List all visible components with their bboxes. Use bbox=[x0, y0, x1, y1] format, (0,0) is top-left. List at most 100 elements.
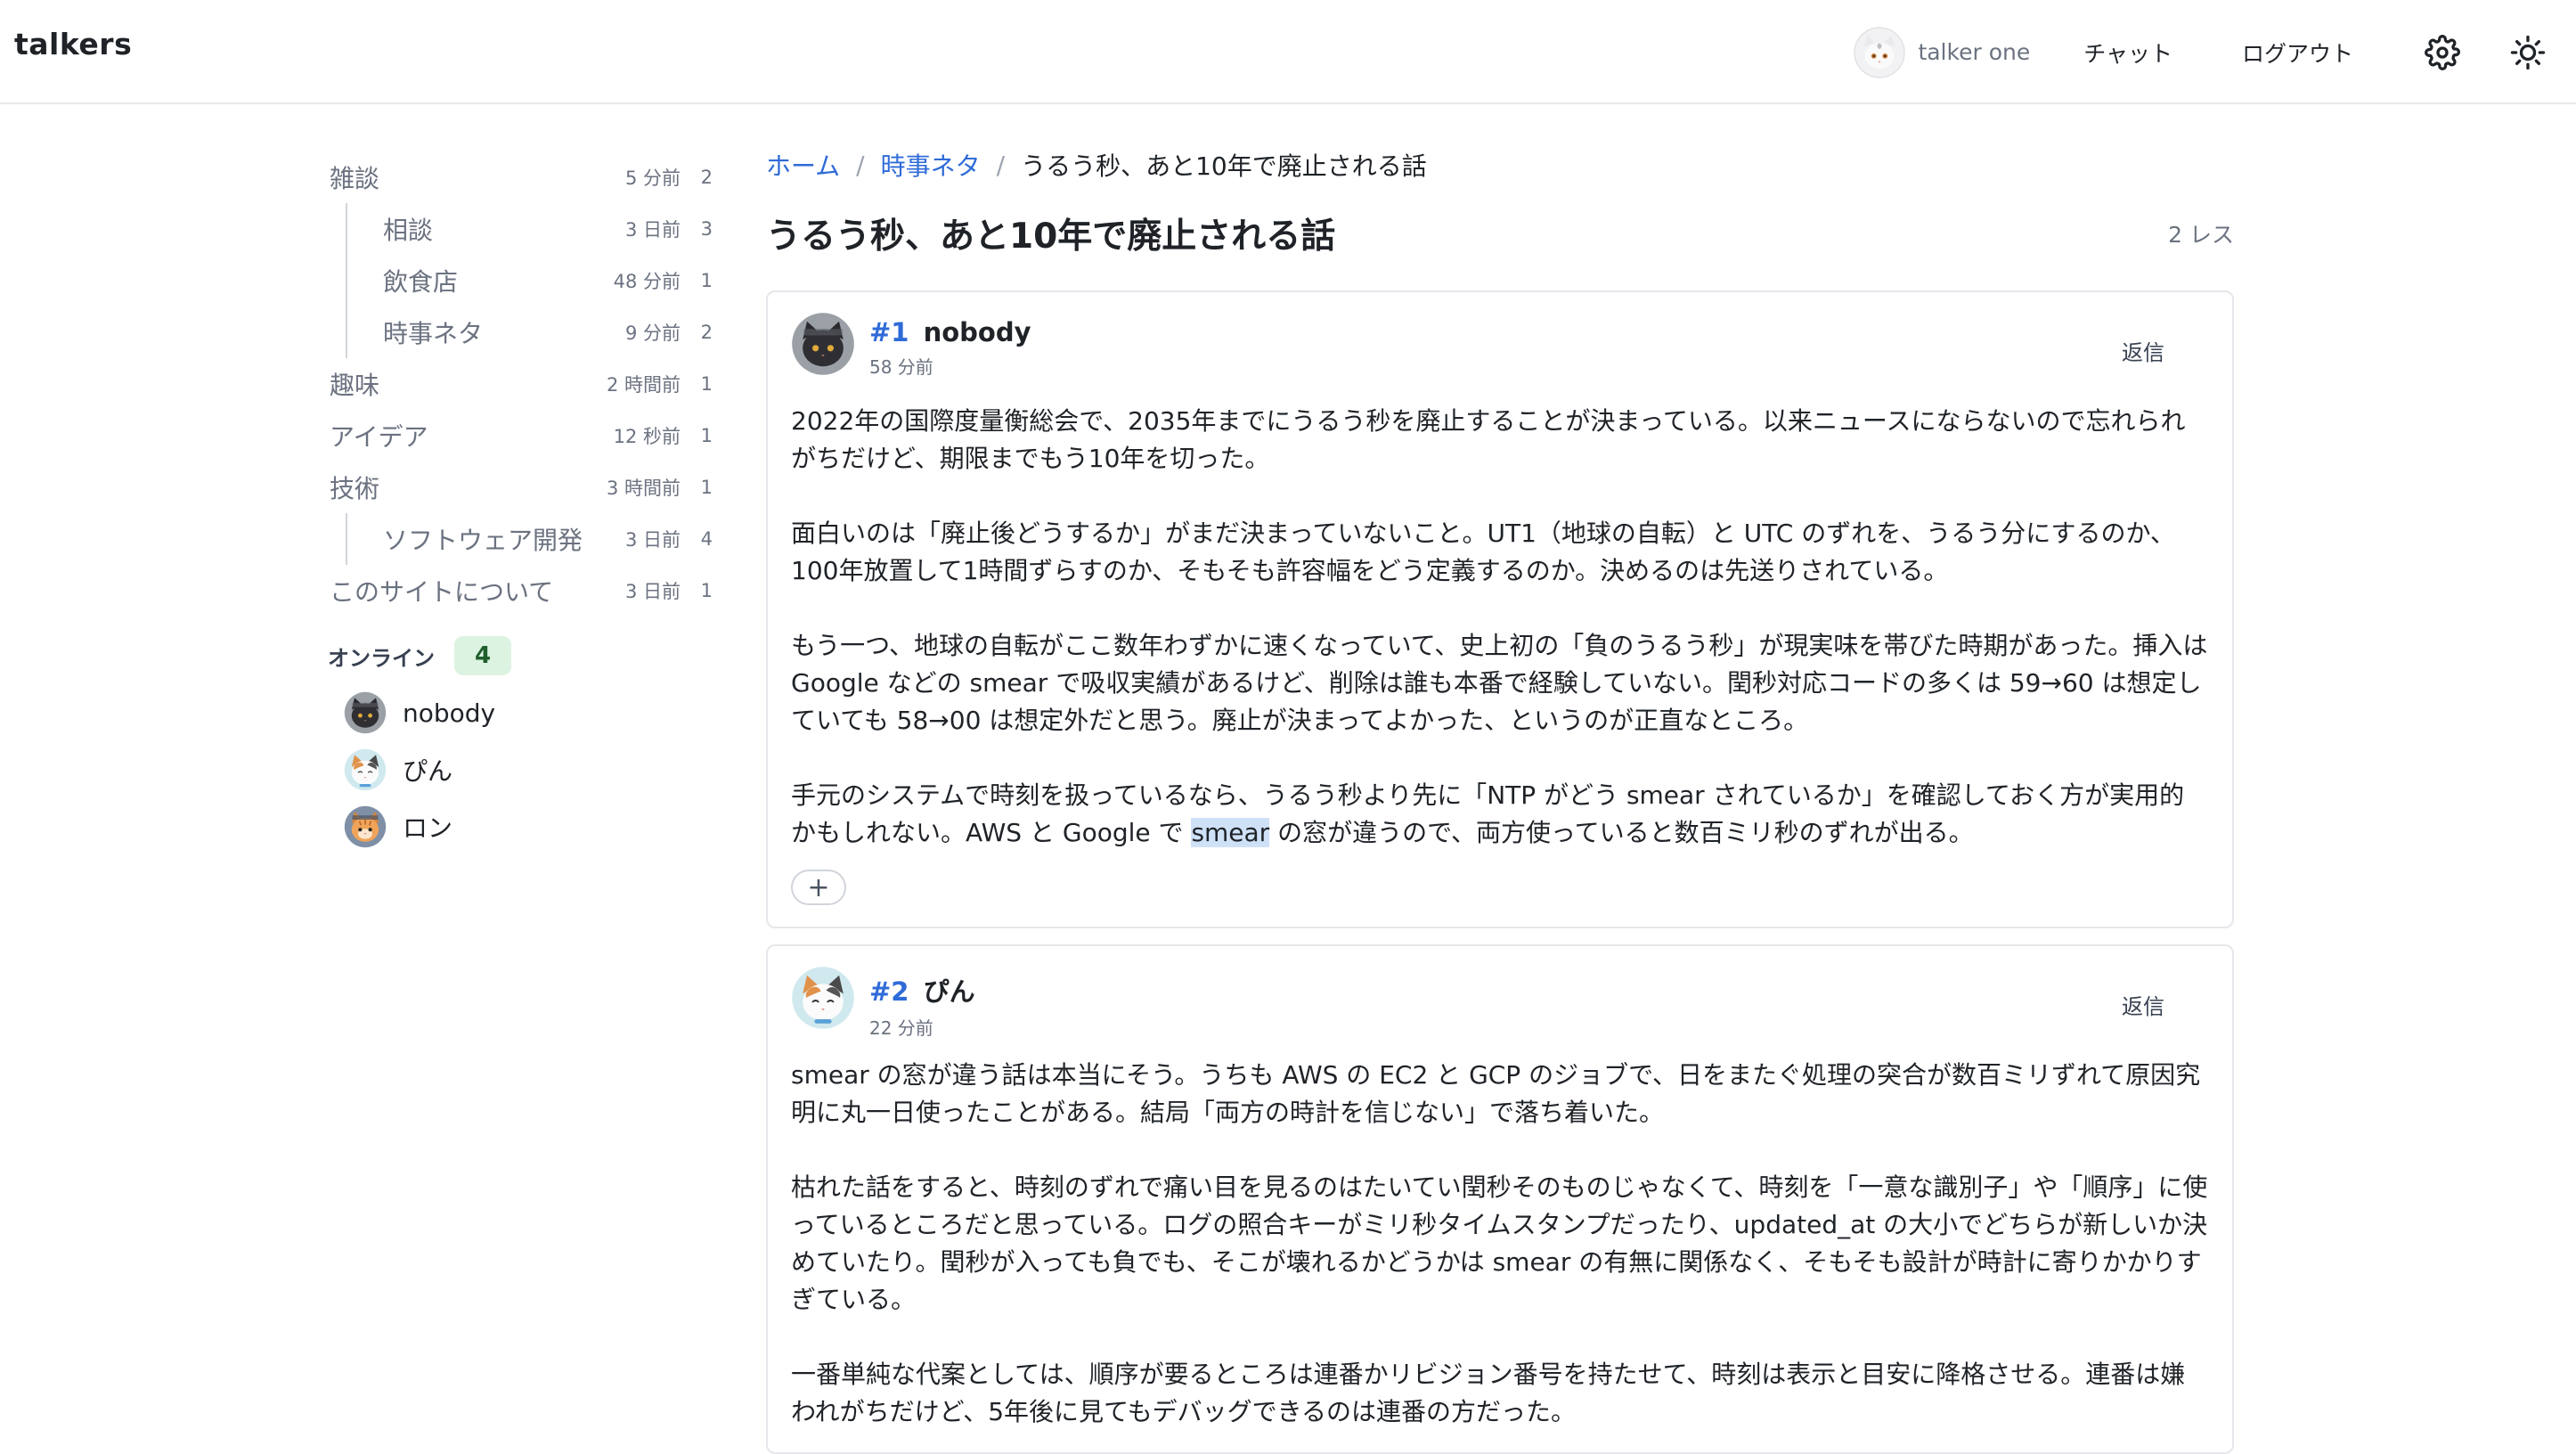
category-name: 技術 bbox=[330, 474, 380, 503]
thread-title-row: うるう秒、あと10年で廃止される話 2 レス bbox=[766, 208, 2234, 258]
post-title-line: #1 nobody bbox=[869, 317, 2122, 347]
settings-button[interactable] bbox=[2423, 33, 2462, 72]
post-header: #1 nobody 58 分前 返信 bbox=[791, 312, 2209, 381]
sun-icon bbox=[2510, 35, 2546, 69]
selected-text: smear bbox=[1191, 818, 1270, 847]
add-reaction-button[interactable]: + bbox=[791, 870, 846, 905]
post-header: #2 ぴん 22 分前 返信 bbox=[791, 966, 2209, 1039]
category-last-activity: 3 日前 bbox=[624, 219, 681, 241]
post-paragraph: 手元のシステムで時刻を扱っているなら、うるう秒より先に「NTP がどう smea… bbox=[791, 777, 2209, 852]
category-thread-count: 2 bbox=[700, 167, 713, 188]
breadcrumb-current: うるう秒、あと10年で廃止される話 bbox=[1021, 151, 1427, 181]
user-name: talker one bbox=[1918, 39, 2031, 65]
category-last-activity: 3 日前 bbox=[624, 581, 681, 602]
breadcrumb-separator: / bbox=[996, 150, 1006, 180]
category-last-activity: 9 分前 bbox=[624, 323, 681, 344]
breadcrumb-home-link[interactable]: ホーム bbox=[766, 147, 840, 183]
category-name: アイデア bbox=[330, 422, 428, 452]
category-name: このサイトについて bbox=[330, 577, 554, 607]
post-body: smear の窓が違う話は本当にそう。うちも AWS の EC2 と GCP の… bbox=[791, 1057, 2209, 1431]
post-number-link[interactable]: #1 bbox=[869, 317, 909, 347]
sidebar-category-item[interactable]: 飲食店 48 分前 1 bbox=[346, 255, 713, 306]
online-label: オンライン bbox=[328, 645, 435, 671]
category-thread-count: 1 bbox=[700, 580, 713, 601]
category-last-activity: 48 分前 bbox=[613, 271, 681, 292]
text-segment: の窓が違うので、両方使っていると数百ミリ秒のずれが出る。 bbox=[1269, 818, 1974, 847]
sidebar-category-item[interactable]: ソフトウェア開発 3 日前 4 bbox=[346, 513, 713, 565]
category-last-activity: 5 分前 bbox=[624, 167, 681, 189]
sidebar-category-item[interactable]: 技術 3 時間前 1 bbox=[330, 462, 713, 513]
category-thread-count: 2 bbox=[700, 322, 713, 343]
category-last-activity: 3 時間前 bbox=[606, 478, 681, 499]
category-name: 雑談 bbox=[330, 164, 380, 193]
category-name: 時事ネタ bbox=[383, 319, 484, 348]
user-menu[interactable]: talker one bbox=[1854, 26, 2031, 78]
avatar-calico-cat-icon[interactable] bbox=[791, 966, 855, 1030]
breadcrumb: ホーム / 時事ネタ / うるう秒、あと10年で廃止される話 bbox=[766, 143, 2234, 187]
category-list: 雑談 5 分前 2 相談 3 日前 3 飲食店 48 分前 1 時事ネタ 9 分前 2 趣味 2 時間前 1… bbox=[330, 151, 713, 617]
category-name: 飲食店 bbox=[383, 267, 459, 297]
avatar-white-cat-icon bbox=[1854, 26, 1905, 78]
online-user-name: nobody bbox=[403, 698, 496, 728]
post-paragraph: もう一つ、地球の自転がここ数年わずかに速くなっていて、史上初の「負のうるう秒」が… bbox=[791, 631, 2208, 735]
post-card: #2 ぴん 22 分前 返信 smear の窓が違う話は本当にそう。うちも AW… bbox=[766, 944, 2234, 1454]
category-thread-count: 3 bbox=[700, 218, 713, 240]
category-thread-count: 1 bbox=[700, 270, 713, 291]
post-author[interactable]: nobody bbox=[924, 317, 1031, 347]
site-logo[interactable]: talkers bbox=[14, 27, 132, 61]
reply-button[interactable]: 返信 bbox=[2122, 335, 2164, 366]
category-thread-count: 1 bbox=[700, 477, 713, 498]
online-count-badge: 4 bbox=[454, 636, 511, 675]
post-paragraph: 一番単純な代案としては、順序が要るところは連番かリビジョン番号を持たせて、時刻は… bbox=[791, 1360, 2186, 1426]
logout-link[interactable]: ログアウト bbox=[2242, 37, 2353, 69]
category-last-activity: 2 時間前 bbox=[606, 374, 681, 396]
online-user-name: ぴん bbox=[403, 756, 453, 786]
post-body: 2022年の国際度量衡総会で、2035年までにうるう秒を廃止することが決まってい… bbox=[791, 403, 2209, 852]
sidebar-category-item[interactable]: 時事ネタ 9 分前 2 bbox=[346, 306, 713, 358]
post-paragraph: smear の窓が違う話は本当にそう。うちも AWS の EC2 と GCP の… bbox=[791, 1060, 2201, 1127]
breadcrumb-category-link[interactable]: 時事ネタ bbox=[881, 147, 981, 183]
post-author[interactable]: ぴん bbox=[924, 976, 975, 1007]
reply-count: 2 レス bbox=[2168, 222, 2234, 248]
sidebar-category-item[interactable]: 趣味 2 時間前 1 bbox=[330, 358, 713, 410]
post-title-line: #2 ぴん bbox=[869, 971, 2122, 1009]
post-time: 58 分前 bbox=[869, 356, 933, 378]
online-user[interactable]: ぴん bbox=[330, 741, 713, 798]
reply-button[interactable]: 返信 bbox=[2122, 989, 2164, 1020]
post-meta: #2 ぴん 22 分前 bbox=[869, 966, 2122, 1040]
category-last-activity: 3 日前 bbox=[624, 529, 681, 551]
page-title: うるう秒、あと10年で廃止される話 bbox=[766, 216, 1336, 257]
category-thread-count: 1 bbox=[700, 425, 713, 446]
theme-toggle-button[interactable] bbox=[2508, 33, 2547, 72]
post-paragraph: 2022年の国際度量衡総会で、2035年までにうるう秒を廃止することが決まってい… bbox=[791, 406, 2186, 473]
chat-link[interactable]: チャット bbox=[2083, 37, 2172, 69]
post-time: 22 分前 bbox=[869, 1017, 933, 1039]
avatar-tabby-cat-icon bbox=[344, 805, 387, 848]
online-user[interactable]: nobody bbox=[330, 684, 713, 741]
category-last-activity: 12 秒前 bbox=[613, 426, 681, 447]
post-card: #1 nobody 58 分前 返信 2022年の国際度量衡総会で、2035年ま… bbox=[766, 290, 2234, 928]
post-meta: #1 nobody 58 分前 bbox=[869, 312, 2122, 379]
online-header: オンライン 4 bbox=[328, 636, 713, 675]
header-right: talker one チャット ログアウト bbox=[1854, 0, 2576, 104]
sidebar-category-item[interactable]: このサイトについて 3 日前 1 bbox=[330, 565, 713, 617]
avatar-black-cat-icon bbox=[344, 691, 387, 734]
online-user[interactable]: ロン bbox=[330, 798, 713, 855]
online-user-list: nobody ぴん ロン bbox=[330, 684, 713, 855]
avatar-calico-cat-icon bbox=[344, 748, 387, 791]
sidebar-category-item[interactable]: 雑談 5 分前 2 bbox=[330, 151, 713, 203]
avatar-black-cat-icon[interactable] bbox=[791, 312, 855, 376]
post-paragraph: 枯れた話をすると、時刻のずれで痛い目を見るのはたいてい閏秒そのものじゃなくて、時… bbox=[791, 1172, 2208, 1314]
category-name: ソフトウェア開発 bbox=[383, 526, 583, 555]
app-header: talkers talker one チャット ログアウト bbox=[0, 0, 2576, 104]
sidebar-category-item[interactable]: 相談 3 日前 3 bbox=[346, 203, 713, 255]
category-name: 相談 bbox=[383, 216, 434, 245]
post-paragraph: 面白いのは「廃止後どうするか」がまだ決まっていないこと。UT1（地球の自転）と … bbox=[791, 519, 2175, 585]
sidebar-category-item[interactable]: アイデア 12 秒前 1 bbox=[330, 410, 713, 462]
online-user-name: ロン bbox=[403, 813, 453, 843]
main-content: ホーム / 時事ネタ / うるう秒、あと10年で廃止される話 うるう秒、あと10… bbox=[766, 143, 2234, 1454]
sidebar: 雑談 5 分前 2 相談 3 日前 3 飲食店 48 分前 1 時事ネタ 9 分前 2 趣味 2 時間前 1… bbox=[328, 151, 713, 855]
category-name: 趣味 bbox=[330, 371, 380, 400]
post-number-link[interactable]: #2 bbox=[869, 976, 909, 1007]
category-thread-count: 1 bbox=[700, 373, 713, 395]
